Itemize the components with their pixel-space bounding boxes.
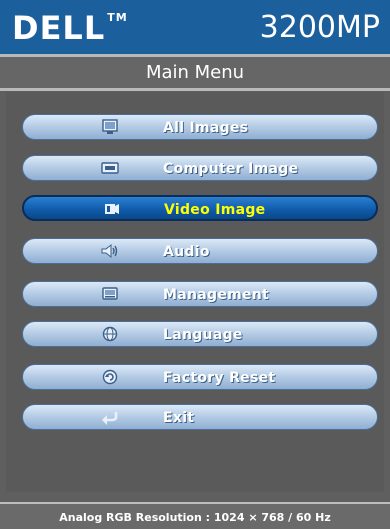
menu-item-language[interactable]: Language (22, 321, 378, 347)
menu-item-label: Factory Reset (163, 370, 276, 386)
menu-item-label: Management (163, 287, 270, 303)
menu-item-computer-image[interactable]: Computer Image (22, 155, 378, 181)
menu-item-exit[interactable]: Exit (22, 404, 378, 430)
menu-item-video-image[interactable]: Video Image (22, 195, 378, 221)
video-image-icon (105, 204, 119, 214)
menu-item-label: Computer Image (163, 161, 299, 177)
speaker-icon (101, 243, 118, 259)
computer-image-icon (101, 162, 119, 174)
menu-item-label: All Images (163, 120, 249, 136)
factory-reset-icon (102, 369, 118, 385)
menu-item-factory-reset[interactable]: Factory Reset (22, 364, 378, 390)
exit-arrow-icon (102, 412, 118, 425)
menu-item-management[interactable]: Management (22, 281, 378, 307)
menu-item-label: Exit (163, 410, 195, 426)
menu-item-label: Language (163, 327, 243, 343)
menu-panel: All Images Computer Image Video Image Au… (6, 92, 384, 492)
all-images-icon (102, 119, 118, 134)
header-bar: DELL TM 3200MP (0, 0, 390, 54)
menu-item-audio[interactable]: Audio (22, 238, 378, 264)
menu-title: Main Menu (0, 57, 390, 88)
dell-logo: DELL TM (12, 9, 128, 47)
language-icon (102, 326, 118, 342)
model-name: 3200MP (259, 10, 380, 45)
menu-item-label: Audio (163, 244, 210, 260)
resolution-status: Analog RGB Resolution : 1024 × 768 / 60 … (0, 502, 390, 529)
divider (0, 88, 390, 91)
projector-osd: DELL TM 3200MP Main Menu All Images Compu… (0, 0, 390, 529)
management-icon (102, 287, 118, 300)
brand-name: DELL (12, 9, 106, 47)
menu-item-label: Video Image (164, 202, 266, 218)
menu-item-all-images[interactable]: All Images (22, 114, 378, 140)
trademark-mark: TM (107, 11, 128, 24)
